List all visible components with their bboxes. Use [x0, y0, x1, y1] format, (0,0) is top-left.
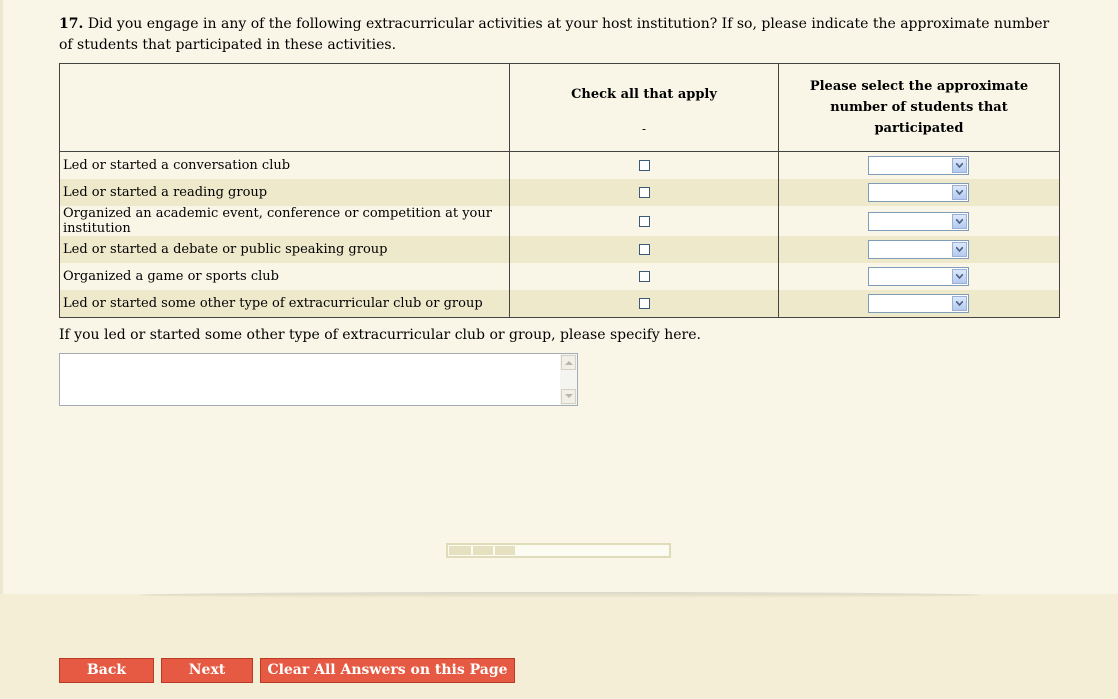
check-cell — [509, 179, 779, 206]
participant-count-select[interactable] — [868, 294, 969, 313]
scroll-down-button[interactable] — [561, 389, 576, 404]
count-cell — [778, 206, 1060, 236]
dropdown-arrow-button[interactable] — [952, 185, 967, 200]
specify-textarea[interactable] — [59, 353, 578, 406]
count-cell — [778, 290, 1060, 318]
header-check-label: Check all that apply — [571, 87, 717, 102]
check-cell — [509, 290, 779, 318]
table-header-row: Check all that apply - Please select the… — [59, 63, 1060, 152]
chevron-down-icon — [956, 301, 963, 306]
participant-count-select[interactable] — [868, 183, 969, 202]
activity-label: Led or started a reading group — [59, 179, 510, 206]
question-body: Did you engage in any of the following e… — [59, 16, 1050, 53]
scroll-down-icon — [565, 394, 573, 398]
check-cell — [509, 151, 779, 179]
table-row: Led or started a debate or public speaki… — [59, 236, 1060, 263]
activity-label: Led or started a conversation club — [59, 151, 510, 179]
question-number: 17. — [59, 16, 84, 32]
table-row: Organized a game or sports club — [59, 263, 1060, 290]
dropdown-arrow-button[interactable] — [952, 242, 967, 257]
progress-bar — [446, 543, 671, 558]
chevron-down-icon — [956, 218, 963, 224]
check-cell — [509, 236, 779, 263]
participant-count-select[interactable] — [868, 211, 969, 231]
specify-label: If you led or started some other type of… — [59, 327, 701, 343]
activity-label: Led or started a debate or public speaki… — [59, 236, 510, 263]
activities-table: Check all that apply - Please select the… — [59, 63, 1060, 318]
table-row: Led or started some other type of extrac… — [59, 290, 1060, 318]
footer-shadow — [140, 592, 980, 598]
header-check: Check all that apply - — [509, 63, 779, 152]
dropdown-arrow-button[interactable] — [952, 213, 967, 229]
dropdown-arrow-button[interactable] — [952, 269, 967, 284]
progress-segment-divider — [493, 546, 495, 555]
header-dash: - — [641, 122, 647, 136]
activity-label: Organized an academic event, conference … — [59, 206, 510, 236]
chevron-down-icon — [956, 163, 963, 168]
back-button[interactable]: Back — [59, 658, 154, 683]
dropdown-arrow-button[interactable] — [952, 158, 967, 173]
textarea-scrollbar[interactable] — [560, 354, 577, 405]
activity-checkbox[interactable] — [638, 244, 650, 255]
check-cell — [509, 263, 779, 290]
count-cell — [778, 236, 1060, 263]
table-row: Led or started a conversation club — [59, 151, 1060, 179]
activity-checkbox[interactable] — [638, 160, 650, 171]
activity-checkbox[interactable] — [638, 271, 650, 282]
header-activity — [59, 63, 510, 152]
question-text: 17. Did you engage in any of the followi… — [59, 14, 1059, 56]
header-count: Please select the approximate number of … — [778, 63, 1060, 152]
chevron-down-icon — [956, 190, 963, 195]
count-cell — [778, 179, 1060, 206]
chevron-down-icon — [956, 274, 963, 279]
next-button[interactable]: Next — [161, 658, 253, 683]
progress-segment-divider — [471, 546, 473, 555]
participant-count-select[interactable] — [868, 156, 969, 175]
count-cell — [778, 263, 1060, 290]
activity-checkbox[interactable] — [638, 298, 650, 309]
activity-label: Organized a game or sports club — [59, 263, 510, 290]
footer — [0, 594, 1118, 699]
table-row: Led or started a reading group — [59, 179, 1060, 206]
activity-checkbox[interactable] — [638, 215, 650, 227]
activity-checkbox[interactable] — [638, 187, 650, 198]
scroll-up-icon — [565, 361, 573, 365]
scroll-up-button[interactable] — [561, 355, 576, 370]
dropdown-arrow-button[interactable] — [952, 296, 967, 311]
table-row: Organized an academic event, conference … — [59, 206, 1060, 236]
check-cell — [509, 206, 779, 236]
progress-fill — [449, 546, 515, 555]
activity-label: Led or started some other type of extrac… — [59, 290, 510, 318]
count-cell — [778, 151, 1060, 179]
clear-all-button[interactable]: Clear All Answers on this Page — [260, 658, 515, 683]
participant-count-select[interactable] — [868, 267, 969, 286]
chevron-down-icon — [956, 247, 963, 252]
participant-count-select[interactable] — [868, 240, 969, 259]
